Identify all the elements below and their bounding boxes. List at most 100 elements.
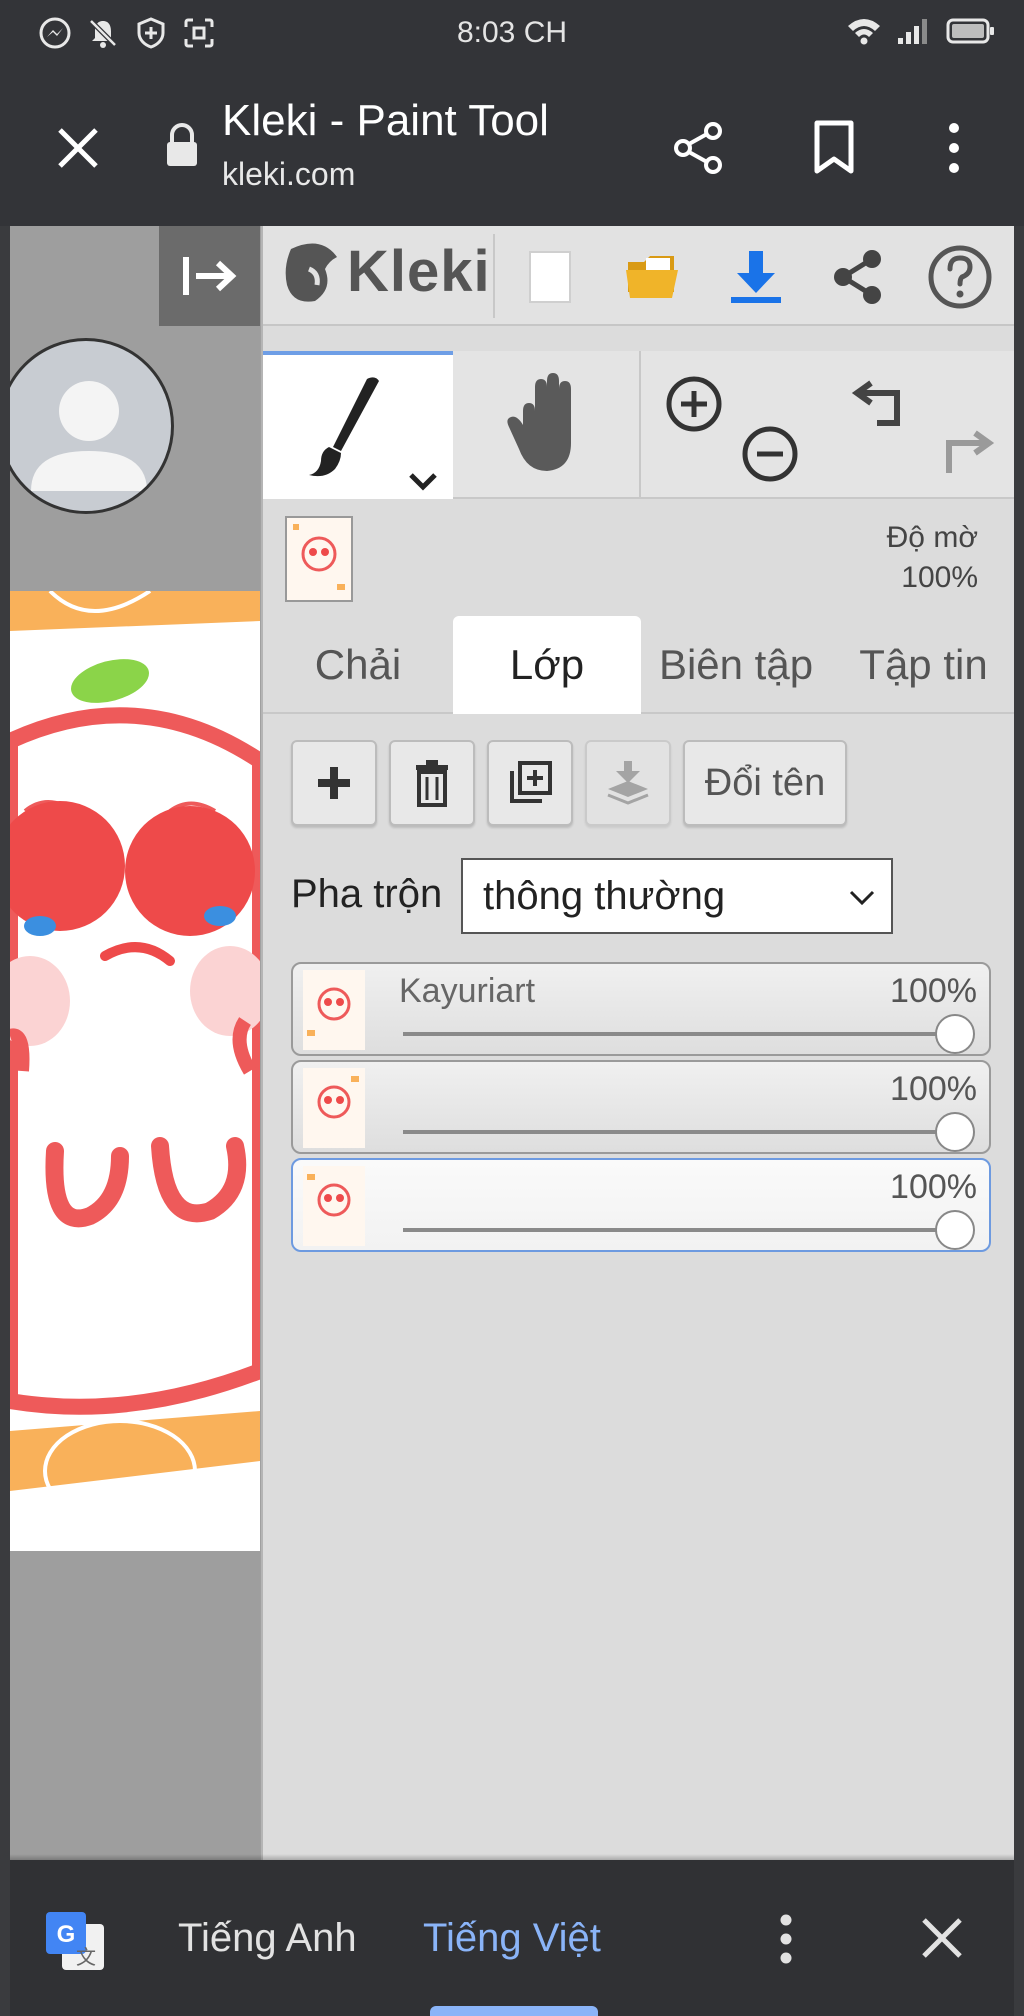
chevron-down-icon [849,890,875,906]
download-icon [731,251,781,303]
close-icon [58,128,98,168]
layer-item-selected[interactable]: 100% [291,1158,991,1252]
lock-icon [164,122,200,173]
drawing-canvas[interactable] [10,591,260,1551]
canvas-artwork [10,591,260,1551]
translate-bar: G 文 Tiếng Anh Tiếng Việt [10,1860,1014,2016]
duplicate-layer-button[interactable] [487,740,573,826]
layer-thumbnail [303,1068,365,1148]
zoom-controls [641,351,831,499]
kleki-side-panel: Kleki Độ mờ 100% Chải Lớp Biên tập Tập t… [261,226,1014,1860]
history-controls [831,351,1014,499]
more-vertical-icon [949,123,959,173]
opacity-display: Độ mờ 100% [887,518,978,598]
share-icon [834,250,881,304]
panel-tabs: Chải Lớp Biên tập Tập tin [263,616,1014,714]
signal-icon [896,16,932,46]
rename-layer-button[interactable]: Đổi tên [683,740,847,826]
kleki-logo-icon [285,243,337,302]
hand-icon [507,373,571,471]
layer-opacity-slider[interactable] [403,1228,963,1232]
redo-icon[interactable] [931,421,995,485]
new-file-icon [529,251,571,303]
add-layer-button[interactable] [291,740,377,826]
status-bar: 8:03 CH [0,0,1024,70]
opacity-label: Độ mờ [886,521,978,554]
layer-opacity-value: 100% [890,972,977,1010]
web-content: Kleki Độ mờ 100% Chải Lớp Biên tập Tập t… [10,226,1014,1860]
zoom-out-icon[interactable] [739,423,801,485]
layer-item[interactable]: 100% [291,1060,991,1154]
bookmark-button[interactable] [798,112,870,184]
custom-tab-toolbar: Kleki - Paint Tool kleki.com [0,70,1024,226]
close-tab-button[interactable] [48,118,108,178]
blend-mode-value: thông thường [483,873,726,918]
trash-icon [416,760,448,807]
translate-menu-button[interactable] [776,1912,796,1971]
kleki-share-button[interactable] [821,240,895,314]
tab-brush[interactable]: Chải [263,616,453,714]
brush-icon [309,377,437,491]
layer-opacity-handle[interactable] [935,1112,975,1152]
plus-icon [318,767,350,799]
tab-edit[interactable]: Biên tập [641,616,831,714]
layer-opacity-handle[interactable] [935,1014,975,1054]
kleki-top-bar: Kleki [263,226,1014,326]
avatar [10,338,174,514]
layer-name: Kayuriart [399,972,536,1010]
merge-down-button[interactable] [585,740,671,826]
delete-layer-button[interactable] [389,740,475,826]
layer-thumbnail [303,970,365,1050]
bookmark-icon [814,120,854,174]
more-menu-button[interactable] [918,112,990,184]
blend-mode-label: Pha trộn [291,872,443,916]
translate-close-button[interactable] [920,1916,964,1965]
new-image-button[interactable] [513,240,587,314]
active-language-indicator [430,2006,598,2016]
wifi-icon [846,16,882,46]
current-layer-thumbnail[interactable] [285,516,353,602]
target-language-tab[interactable]: Tiếng Việt [423,1916,601,1961]
duplicate-icon [510,761,552,803]
collapse-panel-button[interactable] [159,226,260,326]
layer-opacity-value: 100% [890,1168,977,1206]
kleki-logo[interactable]: Kleki [281,238,491,305]
source-language-tab[interactable]: Tiếng Anh [178,1916,357,1961]
page-url[interactable]: kleki.com [222,156,355,193]
more-vertical-icon [780,1914,792,1964]
share-button[interactable] [662,112,734,184]
download-button[interactable] [719,240,793,314]
tab-layers[interactable]: Lớp [453,616,641,714]
arrow-right-bar-icon [182,257,236,295]
share-icon [674,122,722,174]
layer-opacity-slider[interactable] [403,1032,963,1036]
canvas-viewport[interactable] [10,226,260,1860]
layer-opacity-slider[interactable] [403,1130,963,1134]
open-file-button[interactable] [615,240,689,314]
system-icons [846,16,996,46]
undo-icon[interactable] [851,371,915,435]
svg-text:文: 文 [76,1945,96,1969]
kleki-logo-text: Kleki [347,239,491,304]
help-button[interactable] [923,240,997,314]
topbar-divider [493,234,495,318]
blend-mode-select[interactable]: thông thường [461,858,893,934]
close-icon [922,1918,962,1958]
svg-text:G: G [57,1921,76,1948]
tool-row [263,351,1014,499]
help-icon [928,245,992,309]
battery-icon [946,16,996,46]
google-translate-icon[interactable]: G 文 [44,1910,108,1979]
layer-item[interactable]: Kayuriart 100% [291,962,991,1056]
tab-file[interactable]: Tập tin [831,616,1014,714]
layer-opacity-value: 100% [890,1070,977,1108]
folder-icon [626,256,678,298]
merge-down-icon [607,761,649,805]
layer-opacity-handle[interactable] [935,1210,975,1250]
hand-tool-button[interactable] [453,351,641,499]
page-title: Kleki - Paint Tool [222,96,549,145]
brush-tool-button[interactable] [263,351,453,499]
opacity-value: 100% [901,561,978,594]
zoom-in-icon[interactable] [663,373,725,435]
layer-thumbnail [303,1166,365,1246]
